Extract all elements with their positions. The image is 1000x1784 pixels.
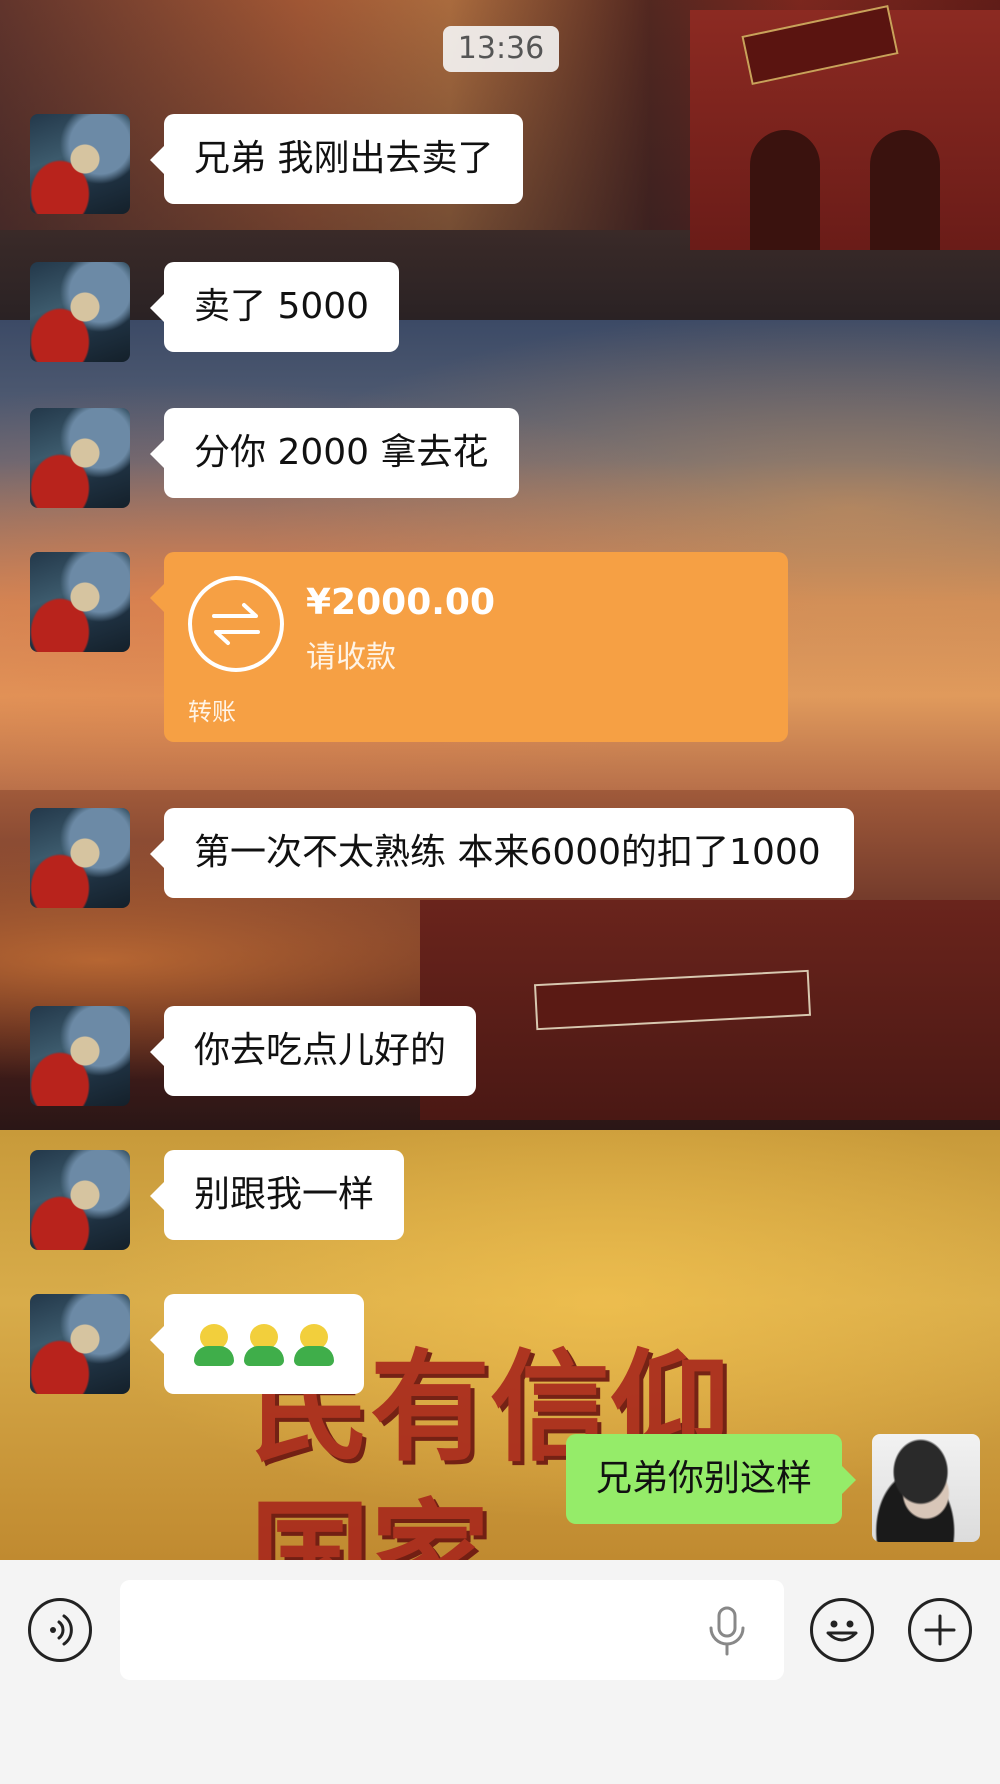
my-avatar[interactable]: [872, 1434, 980, 1542]
message-bubble[interactable]: 别跟我一样: [149, 1150, 405, 1240]
transfer-arrows-icon: [188, 576, 284, 672]
voice-icon[interactable]: [28, 1598, 92, 1662]
message-row: [30, 1294, 970, 1398]
avatar[interactable]: [30, 262, 130, 362]
transfer-card[interactable]: ¥2000.00 请收款 转账: [150, 552, 788, 742]
emoji-message-bubble[interactable]: [150, 1294, 364, 1394]
avatar[interactable]: [30, 808, 130, 908]
message-bubble[interactable]: 分你 2000 拿去花: [150, 408, 519, 498]
transfer-label: 转账: [188, 698, 236, 726]
person-emoji-icon: [244, 1324, 284, 1366]
avatar[interactable]: [30, 552, 130, 652]
outgoing-message-bubble[interactable]: 兄弟你别这样: [565, 1434, 857, 1524]
input-bar: [0, 1560, 1000, 1784]
message-bubble[interactable]: 卖了 5000: [149, 262, 400, 352]
plus-icon[interactable]: [908, 1598, 972, 1662]
person-emoji-icon: [194, 1324, 234, 1366]
message-row: 卖了 5000: [30, 262, 970, 366]
smiley-icon[interactable]: [810, 1598, 874, 1662]
avatar[interactable]: [30, 1150, 130, 1250]
microphone-icon[interactable]: [706, 1606, 748, 1662]
message-row-outgoing: 兄弟你别这样: [30, 1434, 980, 1542]
message-row: 你去吃点儿好的: [30, 1006, 970, 1110]
message-row: 分你 2000 拿去花: [30, 408, 970, 512]
timestamp: 13:36: [443, 26, 559, 72]
avatar[interactable]: [30, 1006, 130, 1106]
avatar[interactable]: [30, 1294, 130, 1394]
avatar[interactable]: [30, 114, 130, 214]
message-bubble[interactable]: 你去吃点儿好的: [149, 1006, 477, 1096]
person-emoji-icon: [294, 1324, 334, 1366]
message-bubble[interactable]: 第一次不太熟练 本来6000的扣了1000: [150, 808, 854, 898]
avatar[interactable]: [30, 408, 130, 508]
message-row: 兄弟 我刚出去卖了: [30, 114, 970, 218]
message-row: 第一次不太熟练 本来6000的扣了1000: [30, 808, 970, 962]
message-row: 别跟我一样: [30, 1150, 970, 1254]
transfer-note: 请收款: [306, 640, 396, 675]
transfer-amount: ¥2000.00: [306, 582, 496, 623]
message-row: ¥2000.00 请收款 转账: [30, 552, 970, 742]
message-input[interactable]: [120, 1580, 784, 1680]
message-bubble[interactable]: 兄弟 我刚出去卖了: [149, 114, 524, 204]
